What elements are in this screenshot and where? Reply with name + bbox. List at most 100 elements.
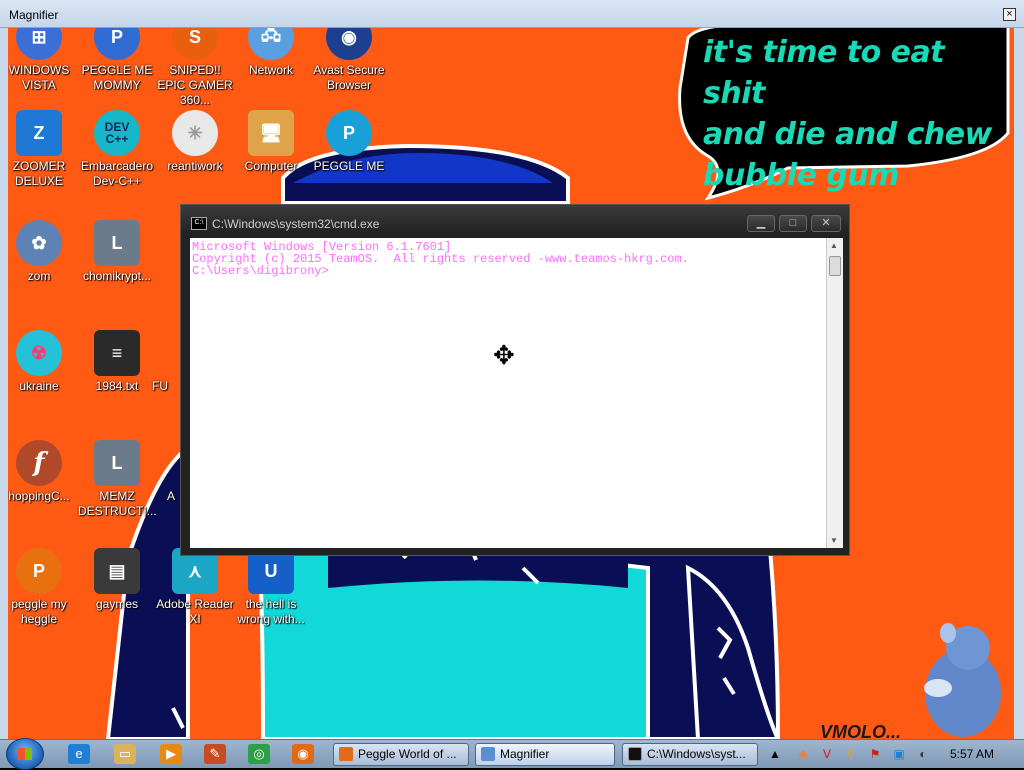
desktop-icon-label: hoppingC... bbox=[8, 489, 70, 503]
desktop-icon-devcpp[interactable]: DEV C++ Embarcadero Dev-C++ bbox=[78, 110, 156, 189]
move-cursor-icon: ✥ bbox=[493, 340, 515, 370]
gaymes-folder-icon: ▤ bbox=[94, 548, 140, 594]
desktop-icon-label: Computer bbox=[244, 159, 298, 173]
desktop-icon-label: FU bbox=[152, 379, 168, 393]
cmd-title: C:\Windows\system32\cmd.exe bbox=[212, 217, 380, 231]
search-tray-icon[interactable]: ⚲ bbox=[844, 747, 858, 761]
desktop-icon-ukraine[interactable]: ☢ ukraine bbox=[8, 330, 78, 394]
flag-tray-icon[interactable]: ⚑ bbox=[868, 747, 882, 761]
desktop-icon-zoomer-deluxe[interactable]: Z ZOOMER DELUXE bbox=[8, 110, 78, 189]
desktop-icon-label: MEMZ DESTRUCTI... bbox=[78, 489, 157, 518]
desktop-icon-label: reantiwork bbox=[167, 159, 223, 173]
windows-vista-icon: ⊞ bbox=[16, 28, 62, 60]
desktop-icon-computer[interactable]: 🖥 Computer bbox=[232, 110, 310, 174]
peggle-icon: P bbox=[94, 28, 140, 60]
cmd-close-button[interactable]: ✕ bbox=[811, 215, 841, 232]
task-label: C:\Windows\syst... bbox=[647, 747, 746, 761]
speech-bubble-text: it's time to eat shit and die and chew b… bbox=[703, 32, 1003, 196]
peggle-heggle-icon: P bbox=[16, 548, 62, 594]
scroll-thumb[interactable] bbox=[829, 256, 841, 276]
cmd-console-output[interactable]: Microsoft Windows [Version 6.1.7601] Copy… bbox=[190, 238, 826, 548]
speech-line: and die and chew bbox=[703, 117, 992, 152]
taskbar-task-magnifier[interactable]: Magnifier bbox=[475, 743, 615, 766]
taskbar: e ▭ ▶ ✎ ◎ ◉ Peggle World of ... Magnifie… bbox=[0, 738, 1024, 770]
avast-browser-icon: ◉ bbox=[326, 28, 372, 60]
chrome-icon[interactable]: ◎ bbox=[248, 744, 270, 764]
devcpp-icon: DEV C++ bbox=[94, 110, 140, 156]
zom-icon: ✿ bbox=[16, 220, 62, 266]
tray-arrow-icon[interactable]: ▲ bbox=[768, 747, 782, 761]
magnifier-close-button[interactable]: × bbox=[1003, 8, 1016, 21]
desktop-icon-label: peggle my heggle bbox=[11, 597, 67, 626]
desktop-icon-memz[interactable]: L MEMZ DESTRUCTI... bbox=[78, 440, 157, 519]
taskbar-task-cmd[interactable]: C:\Windows\syst... bbox=[622, 743, 758, 766]
desktop-icon-label: Avast Secure Browser bbox=[313, 63, 385, 92]
desktop-icon-label: WINDOWS VISTA bbox=[8, 63, 70, 92]
peggle-task-icon bbox=[339, 747, 353, 761]
start-button[interactable] bbox=[6, 738, 44, 770]
desktop-icon-windows-vista[interactable]: ⊞ WINDOWS VISTA bbox=[8, 28, 78, 93]
desktop-icon-peggle-my-heggle[interactable]: P peggle my heggle bbox=[8, 548, 78, 627]
text-file-icon: ≡ bbox=[94, 330, 140, 376]
desktop-icon-label: Network bbox=[248, 63, 293, 77]
desktop-icon-label: ZOOMER DELUXE bbox=[12, 159, 66, 188]
memz-icon: L bbox=[94, 440, 140, 486]
speech-line: bubble gum bbox=[703, 158, 899, 193]
desktop-icon-zom[interactable]: ✿ zom bbox=[8, 220, 78, 284]
reantiwork-icon: ✳ bbox=[172, 110, 218, 156]
magnified-desktop: it's time to eat shit and die and chew b… bbox=[8, 28, 1014, 739]
explorer-folder-icon[interactable]: ▭ bbox=[114, 744, 136, 764]
firefox-icon[interactable]: ◉ bbox=[292, 744, 314, 764]
wallpaper-watermark: VMOLO... bbox=[820, 722, 901, 739]
task-label: Peggle World of ... bbox=[358, 747, 457, 761]
cmd-maximize-button[interactable]: □ bbox=[779, 215, 807, 232]
speech-line: it's time to eat shit bbox=[703, 35, 945, 111]
internet-explorer-icon[interactable]: e bbox=[68, 744, 90, 764]
sniped-icon: S bbox=[172, 28, 218, 60]
cmd-task-icon bbox=[628, 747, 642, 761]
radiation-icon: ☢ bbox=[16, 330, 62, 376]
avast-tray-icon[interactable]: ◈ bbox=[796, 747, 810, 761]
scroll-up-arrow-icon[interactable]: ▲ bbox=[830, 241, 838, 250]
cmd-titlebar[interactable]: C:\ C:\Windows\system32\cmd.exe ▁ □ ✕ bbox=[181, 205, 849, 238]
desktop-icon-reantiwork[interactable]: ✳ reantiwork bbox=[156, 110, 234, 174]
desktop-icon-label: zom bbox=[27, 269, 51, 283]
desktop-icon-label: ukraine bbox=[19, 379, 59, 393]
scroll-down-arrow-icon[interactable]: ▼ bbox=[830, 536, 838, 545]
cmd-app-icon: C:\ bbox=[191, 217, 207, 230]
flash-icon: f bbox=[16, 440, 62, 486]
desktop-icon-label: PEGGLE ME bbox=[313, 159, 385, 173]
desktop-icon-label: SNIPED!! EPIC GAMER 360... bbox=[157, 63, 233, 107]
computer-icon: 🖥 bbox=[248, 110, 294, 156]
desktop-icon-gaymes[interactable]: ▤ gaymes bbox=[78, 548, 156, 612]
desktop-icon-label: the hell is wrong with... bbox=[237, 597, 305, 626]
desktop-icon-hopping[interactable]: f hoppingC... bbox=[8, 440, 78, 504]
taskbar-clock[interactable]: 5:57 AM bbox=[950, 747, 994, 761]
desktop-icon-peggle-me[interactable]: P PEGGLE ME bbox=[310, 110, 388, 174]
desktop-icon-chomikrypt[interactable]: L chomikrypt... bbox=[78, 220, 156, 284]
desktop-icon-label: Adobe Reader XI bbox=[156, 597, 234, 626]
cmd-scrollbar[interactable]: ▲ ▼ bbox=[826, 238, 843, 548]
desktop-icon-adobe-reader[interactable]: ⋏ Adobe Reader XI bbox=[156, 548, 234, 627]
task-label: Magnifier bbox=[500, 747, 550, 761]
desktop-icon-fu[interactable]: FU bbox=[140, 330, 180, 394]
magnifier-task-icon bbox=[481, 747, 495, 761]
desktop-icon-avast[interactable]: ◉ Avast Secure Browser bbox=[310, 28, 388, 93]
network-icon: 🖧 bbox=[248, 28, 294, 60]
desktop-icon-peggle-me-mommy[interactable]: P PEGGLE ME MOMMY bbox=[78, 28, 156, 93]
cmd-minimize-button[interactable]: ▁ bbox=[747, 215, 775, 232]
network-tray-icon[interactable]: ▣ bbox=[892, 747, 906, 761]
media-player-icon[interactable]: ▶ bbox=[160, 744, 182, 764]
taskbar-task-peggle[interactable]: Peggle World of ... bbox=[333, 743, 469, 766]
cmd-window[interactable]: C:\ C:\Windows\system32\cmd.exe ▁ □ ✕ Mi… bbox=[180, 204, 850, 556]
desktop-icon-network[interactable]: 🖧 Network bbox=[232, 28, 310, 78]
desktop-icon-sniped[interactable]: S SNIPED!! EPIC GAMER 360... bbox=[156, 28, 234, 108]
antivirus-tray-icon[interactable]: V bbox=[820, 747, 834, 761]
console-prompt: C:\Users\digibrony> bbox=[192, 264, 329, 278]
desktop-icon-label: PEGGLE ME MOMMY bbox=[81, 63, 153, 92]
volume-tray-icon[interactable]: ◐ bbox=[916, 747, 930, 761]
desktop-icon-uc-browser[interactable]: U the hell is wrong with... bbox=[232, 548, 310, 627]
paint-icon[interactable]: ✎ bbox=[204, 744, 226, 764]
zoomer-deluxe-icon: Z bbox=[16, 110, 62, 156]
desktop-icon-label: Embarcadero Dev-C++ bbox=[80, 159, 154, 188]
